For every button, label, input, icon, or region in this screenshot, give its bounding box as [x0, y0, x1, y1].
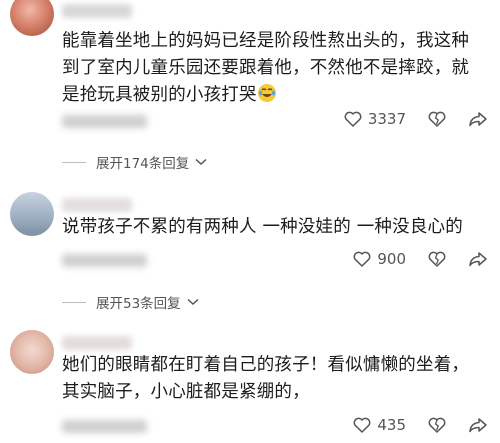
timestamp-blurred: [62, 254, 147, 267]
like-button[interactable]: 3337: [344, 110, 406, 128]
comment-text-line: 其实脑子，小心脏都是紧绷的，: [62, 382, 310, 402]
comment-actions: 3337: [344, 110, 488, 128]
share-button[interactable]: [468, 417, 488, 433]
divider-line: [62, 301, 86, 303]
heart-icon: [353, 417, 371, 433]
dislike-button[interactable]: [428, 111, 446, 127]
comment-actions: 900: [353, 250, 488, 268]
broken-heart-icon: [428, 251, 446, 267]
share-arrow-icon: [469, 112, 487, 127]
broken-heart-icon: [428, 417, 446, 433]
like-count: 900: [377, 250, 406, 268]
chevron-down-icon: [195, 158, 207, 166]
like-count: 3337: [367, 110, 406, 128]
dislike-button[interactable]: [428, 417, 446, 433]
expand-replies-button[interactable]: 展开53条回复: [62, 292, 199, 312]
timestamp-blurred: [62, 115, 147, 128]
comment-text: 能靠着坐地上的妈妈已经是阶段性熬出头的，我这种 到了室内儿童乐园还要跟着他，不然…: [62, 28, 492, 109]
broken-heart-icon: [428, 111, 446, 127]
comment-text: 说带孩子不累的有两种人 一种没娃的 一种没良心的: [62, 214, 492, 241]
comment-text-line: 她们的眼睛都在盯着自己的孩子！看似慵懒的坐着，: [62, 355, 470, 375]
username-blurred[interactable]: [62, 4, 132, 18]
timestamp-blurred: [62, 420, 147, 433]
share-button[interactable]: [468, 251, 488, 267]
like-count: 435: [377, 416, 406, 434]
username-blurred[interactable]: [62, 198, 132, 212]
share-arrow-icon: [469, 418, 487, 433]
comment-text-line: 到了室内儿童乐园还要跟着他，不然他不是摔跤，就: [62, 58, 470, 78]
share-arrow-icon: [469, 252, 487, 267]
like-button[interactable]: 900: [353, 250, 406, 268]
comment-text-line: 是抢玩具被别的小孩打哭: [62, 82, 492, 109]
username-blurred[interactable]: [62, 336, 132, 350]
comment-text: 她们的眼睛都在盯着自己的孩子！看似慵懒的坐着， 其实脑子，小心脏都是紧绷的，: [62, 352, 492, 406]
comment-text-line: 说带孩子不累的有两种人 一种没娃的 一种没良心的: [62, 217, 463, 237]
dislike-button[interactable]: [428, 251, 446, 267]
avatar[interactable]: [10, 0, 54, 36]
comment-text-line: 能靠着坐地上的妈妈已经是阶段性熬出头的，我这种: [62, 31, 470, 51]
chevron-down-icon: [187, 298, 199, 306]
avatar[interactable]: [10, 330, 54, 374]
share-button[interactable]: [468, 111, 488, 127]
avatar[interactable]: [10, 192, 54, 236]
heart-icon: [353, 251, 371, 267]
like-button[interactable]: 435: [353, 416, 406, 434]
expand-replies-button[interactable]: 展开174条回复: [62, 152, 207, 172]
comment-actions: 435: [353, 416, 488, 434]
replies-label: 展开174条回复: [96, 156, 190, 172]
heart-icon: [344, 111, 362, 127]
replies-label: 展开53条回复: [96, 296, 181, 312]
crying-laughing-emoji: [257, 83, 277, 103]
divider-line: [62, 161, 86, 163]
